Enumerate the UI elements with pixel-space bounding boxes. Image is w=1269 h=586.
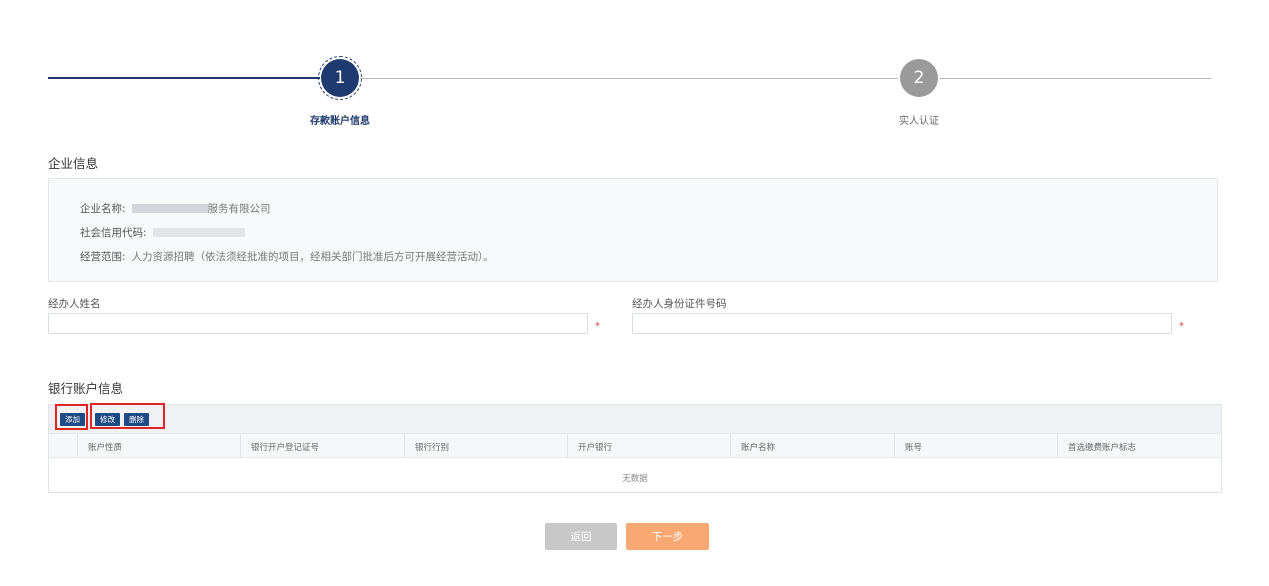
step-2-label: 实人认证 [899,116,939,127]
column-separator [240,434,241,458]
agent-name-required-mark: * [595,321,600,332]
company-name-label: 企业名称: [80,203,126,215]
column-header-account-type[interactable]: 账户性质 [88,441,122,453]
company-name-redaction [131,204,208,213]
bank-grid-header [49,433,1221,458]
edit-button[interactable]: 修改 [95,413,120,426]
step-line-end [940,78,1211,79]
step-2-number: 2 [913,68,925,88]
business-scope-label: 经营范围: [80,251,126,263]
column-header-bank-category[interactable]: 银行行别 [415,441,449,453]
column-header-registration-no[interactable]: 银行开户登记证号 [251,441,319,453]
back-button[interactable]: 返回 [545,523,617,550]
empty-table-message: 无数据 [622,474,648,484]
step-1-number: 1 [334,68,346,88]
next-step-button[interactable]: 下一步 [626,523,709,550]
bank-section-title: 银行账户信息 [48,381,124,396]
agent-id-required-mark: * [1179,321,1184,332]
bank-grid-toolbar [49,405,1221,433]
credit-code-label: 社会信用代码: [80,227,147,239]
agent-name-input[interactable] [48,313,588,334]
step-line-pending [360,78,898,79]
step-1-label: 存款账户信息 [310,116,370,127]
column-header-account-number[interactable]: 账号 [905,441,922,453]
delete-button[interactable]: 删除 [124,413,149,426]
agent-id-input[interactable] [632,313,1172,334]
step-line-completed [48,77,320,79]
column-separator [1057,434,1058,458]
credit-code-redaction [152,228,245,237]
agent-id-label: 经办人身份证件号码 [632,298,727,310]
company-name-value: 服务有限公司 [207,203,271,215]
column-separator [567,434,568,458]
credit-code-row: 社会信用代码: [80,225,245,240]
step-2-circle[interactable]: 2 [900,59,938,97]
add-button[interactable]: 添加 [60,413,85,426]
company-name-row: 企业名称: 服务有限公司 [80,201,271,216]
column-header-preferred-flag[interactable]: 首选缴费账户标志 [1068,441,1136,453]
business-scope-row: 经营范围: 人力资源招聘（依法须经批准的项目，经相关部门批准后方可开展经营活动）… [80,249,494,264]
column-separator [404,434,405,458]
column-header-account-name[interactable]: 账户名称 [741,441,775,453]
column-separator [894,434,895,458]
company-section-title: 企业信息 [48,156,99,171]
business-scope-value: 人力资源招聘（依法须经批准的项目，经相关部门批准后方可开展经营活动）。 [131,251,494,263]
step-1-circle[interactable]: 1 [321,59,359,97]
agent-name-label: 经办人姓名 [48,298,101,310]
column-header-opening-bank[interactable]: 开户银行 [578,441,612,453]
column-separator [77,434,78,458]
column-separator [730,434,731,458]
